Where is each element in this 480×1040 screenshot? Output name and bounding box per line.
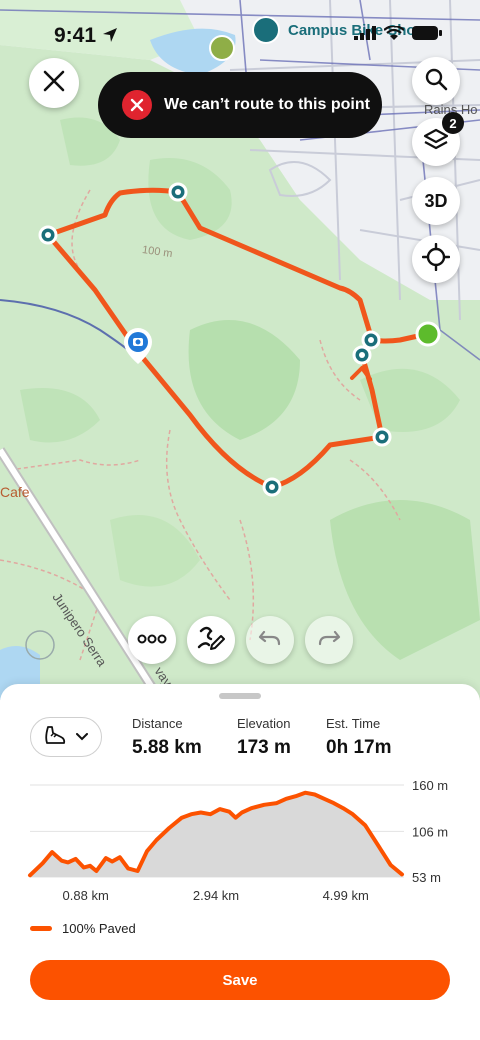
legend-swatch (30, 926, 52, 931)
battery-icon (412, 26, 442, 45)
search-button[interactable] (412, 57, 460, 105)
map[interactable]: Campus Bike Shop Rains Ho 100 m Cafe Jun… (0, 0, 480, 700)
sheet-drag-handle[interactable] (219, 693, 261, 699)
map-label-cafe: Cafe (0, 484, 30, 500)
time-stat: Est. Time 0h 17m (326, 716, 391, 759)
more-icon (137, 631, 167, 649)
signal-icon (354, 26, 376, 45)
elevation-x-tick-label: 4.99 km (323, 888, 369, 903)
time-label: Est. Time (326, 716, 381, 731)
chevron-down-icon (76, 728, 88, 746)
locate-me-button[interactable] (412, 235, 460, 283)
draw-route-button[interactable] (187, 616, 235, 664)
undo-button[interactable] (246, 616, 294, 664)
error-toast: We can’t route to this point (98, 72, 382, 138)
crosshair-icon (421, 242, 451, 276)
route-summary-sheet: Distance 5.88 km Elevation 173 m Est. Ti… (0, 684, 480, 1040)
toast-message: We can’t route to this point (164, 96, 370, 113)
close-button[interactable] (29, 58, 79, 108)
redo-icon (317, 628, 341, 653)
shoe-icon (44, 725, 66, 750)
3d-toggle-button[interactable]: 3D (412, 177, 460, 225)
layers-count-badge: 2 (442, 112, 464, 134)
save-button[interactable]: Save (30, 960, 450, 1000)
close-icon (43, 70, 65, 97)
layers-button[interactable]: 2 (412, 112, 464, 166)
error-icon (122, 90, 152, 120)
draw-route-icon (197, 625, 225, 656)
legend-label: 100% Paved (62, 921, 136, 936)
distance-label: Distance (132, 716, 183, 731)
location-arrow-icon (102, 27, 118, 48)
status-time: 9:41 (54, 24, 97, 47)
elevation-label: Elevation (237, 716, 291, 731)
layers-icon (423, 128, 449, 157)
status-icons (354, 24, 442, 45)
redo-button[interactable] (305, 616, 353, 664)
elevation-value: 173 m (237, 737, 291, 758)
status-bar: 9:41 (0, 0, 480, 70)
elevation-x-tick-label: 0.88 km (63, 888, 109, 903)
search-icon (424, 67, 448, 96)
undo-icon (258, 628, 282, 653)
wifi-icon (383, 24, 405, 45)
more-options-button[interactable] (128, 616, 176, 664)
elevation-x-tick-label: 2.94 km (193, 888, 239, 903)
elevation-profile-chart[interactable]: 160 m 106 m 53 m 0.88 km 2.94 km 4.99 km (0, 774, 480, 904)
elevation-area (30, 792, 402, 877)
elevation-y-tick-label: 53 m (412, 870, 441, 885)
time-value: 0h 17m (326, 737, 392, 758)
elevation-y-tick-label: 106 m (412, 824, 448, 839)
elevation-y-tick-label: 160 m (412, 778, 448, 793)
distance-value: 5.88 km (132, 737, 202, 758)
surface-legend: 100% Paved (30, 921, 136, 936)
sport-type-selector[interactable] (30, 717, 102, 757)
distance-stat: Distance 5.88 km (132, 716, 202, 759)
elevation-stat: Elevation 173 m (237, 716, 291, 759)
